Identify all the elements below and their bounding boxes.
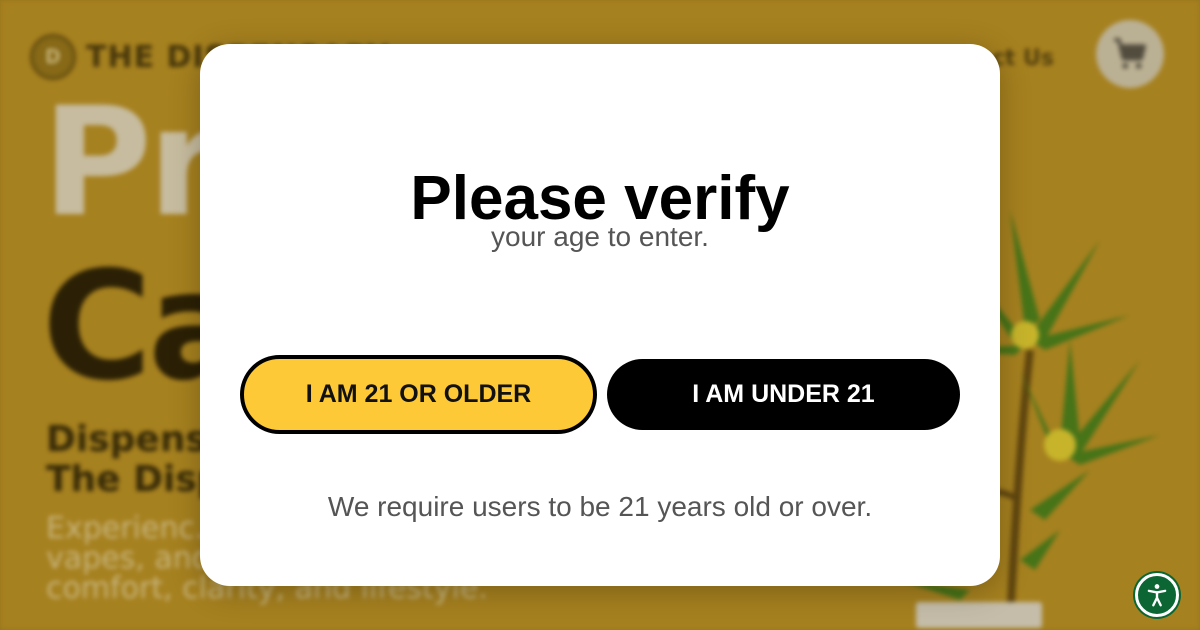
age-under-21-button[interactable]: I AM UNDER 21 xyxy=(607,359,960,430)
age-requirement-note: We require users to be 21 years old or o… xyxy=(327,491,873,522)
accessibility-icon xyxy=(1147,584,1167,607)
accessibility-button[interactable] xyxy=(1135,573,1179,617)
modal-subtitle: your age to enter. xyxy=(491,221,709,252)
age-21-or-older-button[interactable]: I AM 21 OR OLDER xyxy=(240,355,597,434)
age-verification-modal: Please verify your age to enter. I AM 21… xyxy=(200,44,1000,586)
